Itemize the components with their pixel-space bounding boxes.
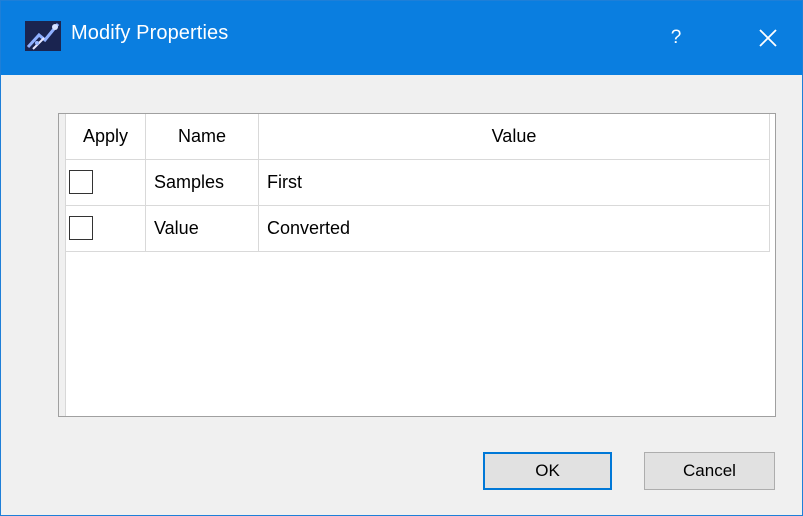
close-icon: [759, 29, 777, 47]
window-title: Modify Properties: [71, 22, 229, 44]
title-bar: Modify Properties ?: [1, 1, 802, 75]
name-cell: Value: [146, 206, 259, 251]
table-row[interactable]: Value Converted: [66, 206, 770, 252]
apply-checkbox[interactable]: [69, 216, 93, 240]
apply-cell: [66, 160, 146, 205]
help-button[interactable]: ?: [651, 1, 701, 75]
column-header-name[interactable]: Name: [146, 114, 259, 159]
value-cell[interactable]: First: [259, 160, 770, 205]
column-header-value[interactable]: Value: [259, 114, 770, 159]
app-icon: [25, 21, 61, 51]
modify-properties-dialog: Modify Properties ? Apply Name Value Sam…: [0, 0, 803, 516]
value-cell[interactable]: Converted: [259, 206, 770, 251]
close-button[interactable]: [743, 1, 793, 75]
table-header-row: Apply Name Value: [66, 114, 770, 160]
cancel-button[interactable]: Cancel: [644, 452, 775, 490]
table-row[interactable]: Samples First: [66, 160, 770, 206]
table-left-edge: [59, 114, 66, 416]
apply-cell: [66, 206, 146, 251]
table-grid: Apply Name Value Samples First Value Con…: [66, 114, 770, 252]
name-cell: Samples: [146, 160, 259, 205]
ok-button[interactable]: OK: [483, 452, 612, 490]
column-header-apply[interactable]: Apply: [66, 114, 146, 159]
apply-checkbox[interactable]: [69, 170, 93, 194]
properties-table: Apply Name Value Samples First Value Con…: [58, 113, 776, 417]
help-icon: ?: [670, 27, 682, 48]
